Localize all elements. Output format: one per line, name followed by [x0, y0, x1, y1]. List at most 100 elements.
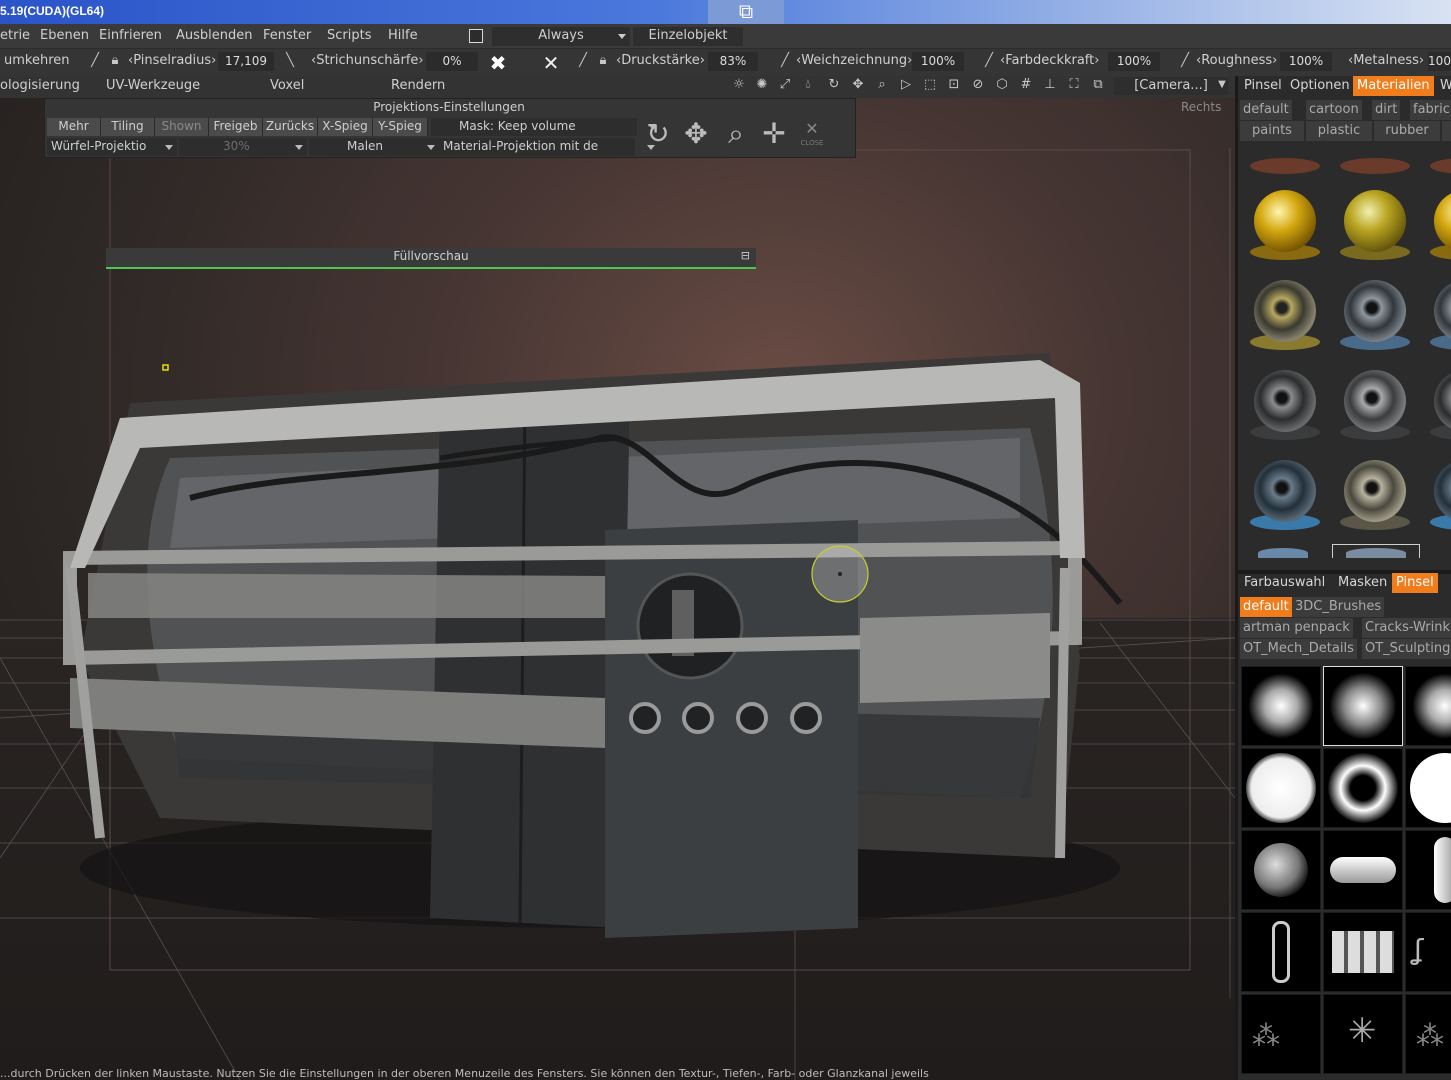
- play-icon[interactable]: ▷: [898, 77, 914, 92]
- camera-dropdown[interactable]: [Camera...]: [1114, 77, 1228, 95]
- prohibited-icon[interactable]: ⊘: [970, 77, 986, 92]
- camera-chevron-down-icon[interactable]: ▼: [1216, 79, 1228, 90]
- brush-alpha[interactable]: ʆ: [1405, 912, 1451, 992]
- brush-alpha[interactable]: [1405, 748, 1451, 828]
- brush-alpha[interactable]: ✳: [1323, 994, 1403, 1074]
- tiling-button[interactable]: Tiling: [101, 118, 155, 136]
- rotate-view-icon[interactable]: ↻: [826, 77, 842, 92]
- projection-type-dropdown[interactable]: Würfel-Projektio: [47, 138, 177, 156]
- material-swatch[interactable]: [1334, 366, 1414, 452]
- brush-alpha[interactable]: [1241, 912, 1321, 992]
- restore-window-icon[interactable]: ⧉: [708, 0, 784, 24]
- brush-tag-sculpting[interactable]: OT_Sculpting: [1362, 639, 1451, 659]
- brush-tag-3dc[interactable]: 3DC_Brushes: [1292, 597, 1385, 617]
- menu-hilfe[interactable]: Hilfe: [388, 28, 418, 43]
- metalness-value[interactable]: 100: [1428, 52, 1451, 71]
- material-tag-plastic[interactable]: plastic: [1306, 121, 1372, 141]
- tab-materials[interactable]: Materialien: [1353, 76, 1434, 96]
- material-swatch[interactable]: [1244, 456, 1324, 542]
- material-swatch[interactable]: [1424, 186, 1451, 272]
- menu-ebenen[interactable]: Ebenen: [40, 28, 89, 43]
- menu-geometry[interactable]: etrie: [0, 28, 30, 43]
- opacity-value[interactable]: 100%: [1108, 52, 1160, 71]
- brush-alpha[interactable]: ⁂: [1241, 994, 1321, 1074]
- rotate-icon[interactable]: ↻: [643, 117, 673, 150]
- material-tag-extra[interactable]: [1442, 121, 1451, 141]
- smoothing-label[interactable]: ‹Weichzeichnung›: [796, 53, 912, 68]
- menu-einfrieren[interactable]: Einfrieren: [99, 28, 162, 43]
- material-tag-paints[interactable]: paints: [1240, 121, 1304, 141]
- pressure-label[interactable]: ‹Druckstärke›: [616, 53, 705, 68]
- tab-brush-alphas[interactable]: Pinsel: [1392, 573, 1438, 593]
- material-swatch[interactable]: [1424, 366, 1451, 452]
- material-swatch[interactable]: [1244, 186, 1324, 272]
- zoom-icon[interactable]: ⌕: [721, 117, 751, 151]
- move-view-icon[interactable]: ✥: [850, 77, 866, 92]
- material-tag-rubber[interactable]: rubber: [1374, 121, 1440, 141]
- material-swatch-partial[interactable]: [1258, 548, 1308, 558]
- brush-alpha[interactable]: [1323, 748, 1403, 828]
- tab-brushes[interactable]: Pinsel: [1240, 76, 1286, 96]
- stroke-sharpness-label[interactable]: ‹Strichunschärfe›: [311, 53, 424, 68]
- fullscreen-icon[interactable]: ⛶: [1066, 77, 1082, 92]
- sun-icon[interactable]: ☼: [731, 77, 747, 92]
- room-retopo[interactable]: ologisierung: [0, 78, 80, 93]
- material-projection-dropdown[interactable]: Material-Projektion mit de: [439, 138, 655, 156]
- material-swatch[interactable]: [1334, 146, 1414, 184]
- material-swatch[interactable]: [1334, 456, 1414, 542]
- material-swatch[interactable]: [1424, 146, 1451, 184]
- brush-tag-mech[interactable]: OT_Mech_Details: [1240, 639, 1357, 659]
- brush-alpha[interactable]: [1323, 830, 1403, 910]
- brush-alpha[interactable]: [1241, 666, 1321, 746]
- close-icon[interactable]: ✕: [797, 119, 827, 138]
- tab-more[interactable]: W: [1436, 76, 1451, 96]
- viewport[interactable]: Rechts: [0, 98, 1235, 1080]
- roughness-label[interactable]: ‹Roughness›: [1196, 53, 1277, 68]
- lock-icon[interactable]: 🔒︎: [108, 53, 122, 68]
- roughness-value[interactable]: 100%: [1280, 52, 1332, 71]
- brush-alpha[interactable]: [1405, 830, 1451, 910]
- light-direction-icon[interactable]: ⤢: [777, 77, 793, 92]
- material-swatch[interactable]: [1334, 186, 1414, 272]
- pressure-value[interactable]: 83%: [708, 52, 758, 71]
- percent-dropdown[interactable]: 30%: [179, 138, 307, 156]
- fill-preview-bar[interactable]: Füllvorschau ⊟: [106, 248, 756, 269]
- room-voxel[interactable]: Voxel: [270, 78, 304, 93]
- object-dropdown[interactable]: Einzelobjekt: [633, 27, 743, 46]
- brush-alpha[interactable]: [1323, 912, 1403, 992]
- tab-masks[interactable]: Masken: [1334, 573, 1391, 593]
- zoom-view-icon[interactable]: ⌕: [874, 77, 890, 92]
- more-button[interactable]: Mehr: [47, 118, 101, 136]
- shown-button[interactable]: Shown: [155, 118, 209, 136]
- drop-icon[interactable]: 💧︎: [800, 77, 816, 92]
- material-swatch[interactable]: [1244, 146, 1324, 184]
- menu-ausblenden[interactable]: Ausblenden: [176, 28, 253, 43]
- cancel-icon[interactable]: ✕: [540, 51, 562, 75]
- stroke-sharpness-value[interactable]: 0%: [426, 52, 478, 71]
- cube-icon[interactable]: ⬡: [994, 77, 1010, 92]
- brush-tag-cracks[interactable]: Cracks-Wrinkl: [1362, 618, 1451, 638]
- screenshot-icon[interactable]: ⧉: [1090, 77, 1106, 92]
- scale-icon[interactable]: ✛: [759, 117, 789, 150]
- opacity-label[interactable]: ‹Farbdeckkraft›: [1000, 53, 1099, 68]
- menu-scripts[interactable]: Scripts: [327, 28, 371, 43]
- move-icon[interactable]: ✥: [681, 117, 711, 150]
- axes-icon[interactable]: ⊥: [1042, 77, 1058, 92]
- material-tag-dirt[interactable]: dirt: [1372, 100, 1401, 120]
- brush-radius-label[interactable]: ‹Pinselradius›: [128, 53, 216, 68]
- close-x-icon[interactable]: ✖: [487, 51, 509, 75]
- light-icon[interactable]: ✺: [754, 77, 770, 92]
- material-swatch[interactable]: [1334, 276, 1414, 362]
- material-tag-fabric[interactable]: fabric: [1410, 100, 1451, 120]
- brush-alpha[interactable]: [1405, 666, 1451, 746]
- frame-selection-icon[interactable]: ⊡: [946, 77, 962, 92]
- material-swatch[interactable]: [1424, 276, 1451, 362]
- brush-alpha[interactable]: ⁂: [1405, 994, 1451, 1074]
- smoothing-value[interactable]: 100%: [912, 52, 964, 71]
- material-swatch[interactable]: [1244, 366, 1324, 452]
- reset-button[interactable]: Zurücks: [263, 118, 318, 136]
- material-swatch[interactable]: [1424, 456, 1451, 542]
- brush-alpha-selected[interactable]: [1323, 666, 1403, 746]
- tab-options[interactable]: Optionen: [1286, 76, 1354, 96]
- tab-color-picker[interactable]: Farbauswahl: [1240, 573, 1329, 593]
